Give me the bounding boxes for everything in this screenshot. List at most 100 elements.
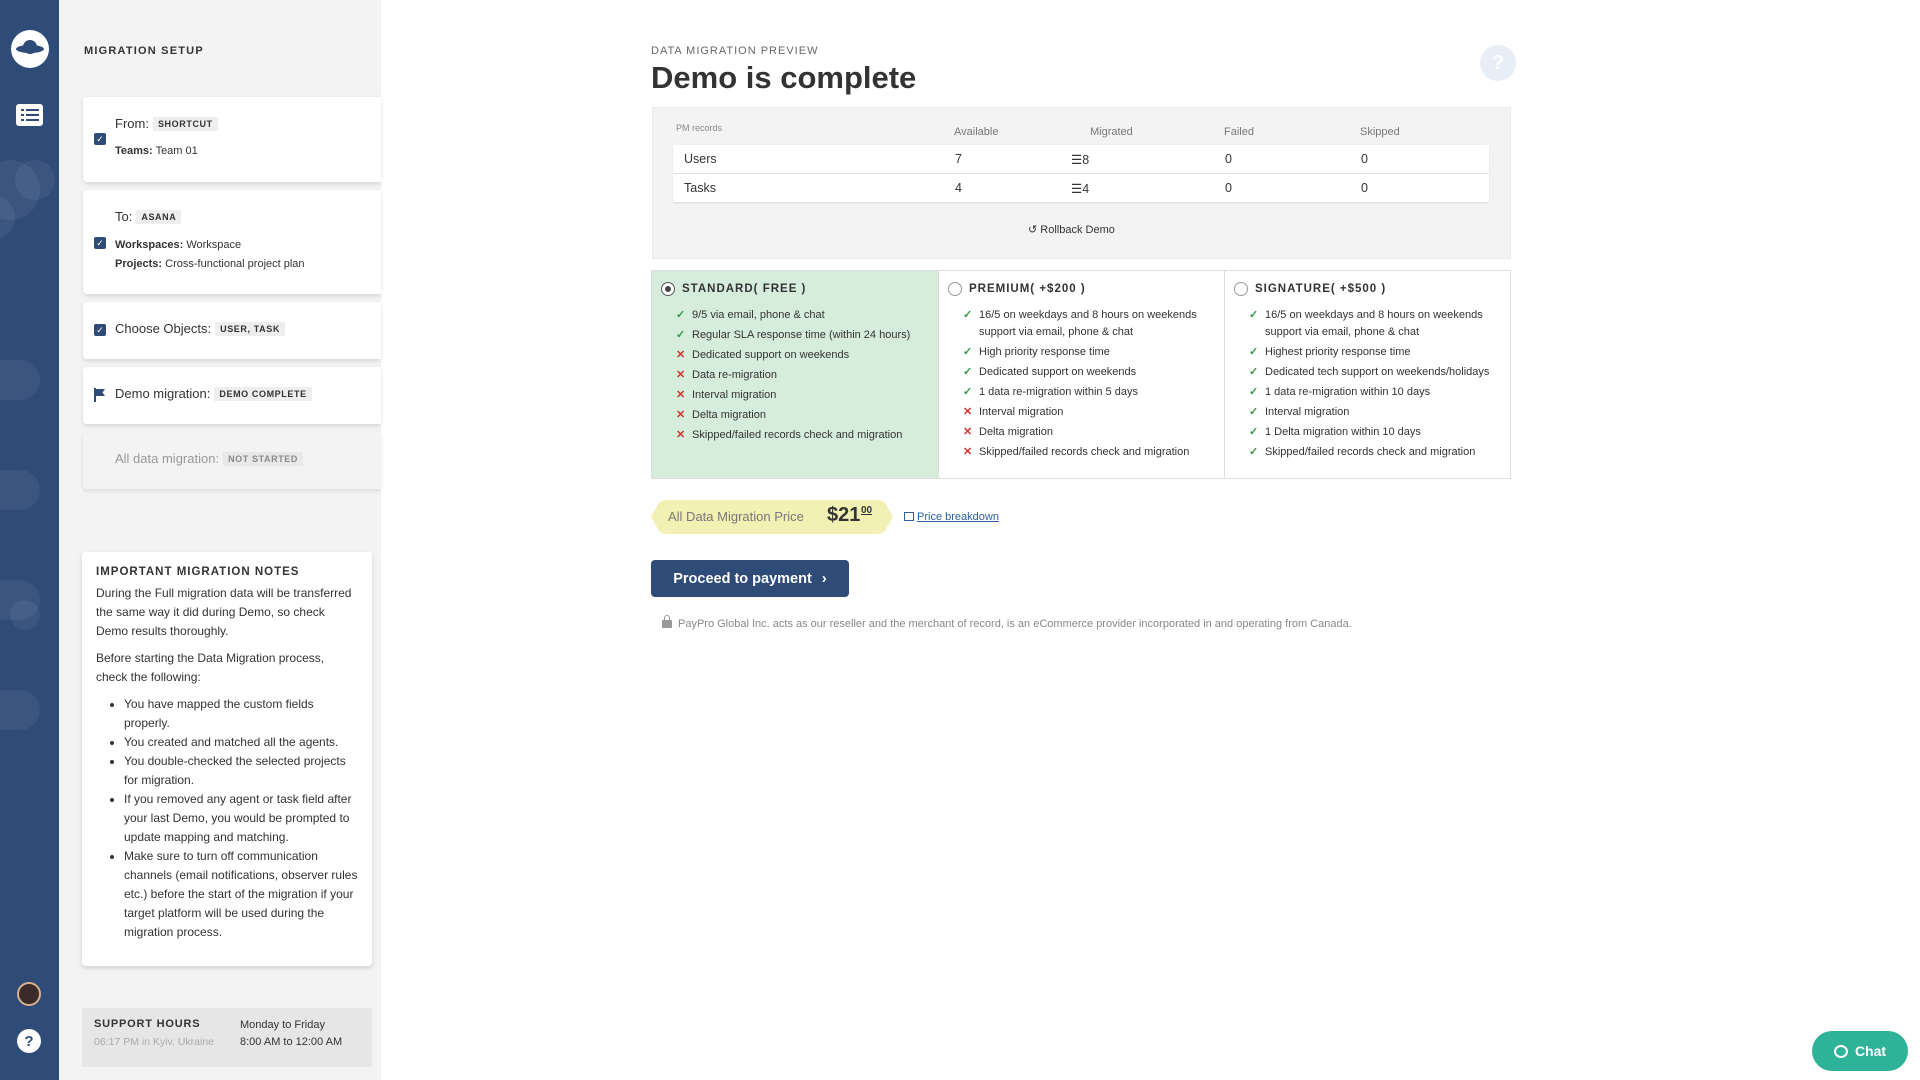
workspaces-line: Workspaces: Workspace bbox=[115, 239, 241, 251]
feature-item: ✓ Regular SLA response time (within 24 ho… bbox=[676, 327, 910, 344]
check-icon: ✓ bbox=[1249, 365, 1259, 378]
pay-button-label: Proceed to payment bbox=[673, 570, 812, 587]
support-label: SUPPORT HOURS bbox=[94, 1018, 201, 1030]
feature-text: Interval migration bbox=[979, 405, 1064, 418]
avatar[interactable] bbox=[17, 982, 41, 1006]
table-icon bbox=[904, 512, 914, 521]
row-failed: 0 bbox=[1225, 181, 1232, 195]
notes-paragraph: Before starting the Data Migration proce… bbox=[96, 651, 325, 684]
proceed-to-payment-button[interactable]: Proceed to payment › bbox=[651, 560, 849, 597]
feature-text: Skipped/failed records check and migrati… bbox=[1265, 445, 1476, 458]
cross-icon: ✕ bbox=[676, 369, 686, 381]
cross-icon: ✕ bbox=[676, 349, 686, 361]
flag-icon bbox=[94, 388, 106, 407]
check-icon: ✓ bbox=[676, 309, 686, 321]
objects-label: Choose Objects: bbox=[115, 321, 212, 336]
check-icon: ✓ bbox=[963, 345, 973, 358]
check-icon: ✓ bbox=[963, 309, 973, 321]
plan-name: SIGNATURE( +$500 ) bbox=[1255, 283, 1387, 295]
row-failed: 0 bbox=[1225, 152, 1232, 166]
teams-value: Team 01 bbox=[155, 145, 198, 157]
to-tag: ASANA bbox=[136, 210, 182, 224]
plan-selector: STANDARD( FREE ) ✓ 9/5 via email, phone &… bbox=[651, 270, 1511, 479]
row-migrated-link[interactable]: ☰4 bbox=[1071, 181, 1089, 196]
payment-disclaimer: PayPro Global Inc. acts as our reseller … bbox=[662, 615, 1352, 630]
plan-signature[interactable]: SIGNATURE( +$500 ) ✓ 16/5 on weekdays and… bbox=[1225, 271, 1510, 478]
list-item: You created and matched all the agents. bbox=[124, 733, 358, 752]
workspaces-value: Workspace bbox=[186, 239, 242, 251]
table-row: Users 7 ☰8 0 0 bbox=[673, 145, 1489, 173]
feature-item: ✕ Delta migration bbox=[676, 407, 910, 424]
cross-icon: ✕ bbox=[963, 425, 973, 438]
icon-rail: ? bbox=[0, 0, 59, 1080]
checkbox-checked-icon: ✓ bbox=[94, 237, 106, 249]
objects-tag: USER, TASK bbox=[215, 322, 285, 336]
plan-name: STANDARD( FREE ) bbox=[682, 283, 807, 295]
lock-icon bbox=[662, 615, 672, 628]
row-migrated: 4 bbox=[1082, 182, 1090, 196]
row-available: 4 bbox=[955, 181, 962, 195]
feature-text: 9/5 via email, phone & chat bbox=[692, 309, 825, 321]
radio-unselected[interactable] bbox=[948, 282, 962, 296]
step-from-title: From: SHORTCUT bbox=[115, 116, 218, 131]
cross-icon: ✕ bbox=[963, 405, 973, 418]
all-data-label: All data migration: bbox=[115, 451, 220, 466]
feature-text: Data re-migration bbox=[692, 369, 777, 381]
chat-button[interactable]: Chat bbox=[1812, 1031, 1908, 1071]
support-days: Monday to Friday bbox=[240, 1019, 325, 1031]
feature-item: ✕ Delta migration bbox=[963, 424, 1203, 441]
feature-item: ✕ Skipped/failed records check and migrat… bbox=[676, 427, 910, 444]
col-header-skipped: Skipped bbox=[1360, 126, 1400, 138]
price-label: All Data Migration Price bbox=[668, 509, 804, 524]
feature-item: ✓ 16/5 on weekdays and 8 hours on weekend… bbox=[1249, 307, 1499, 340]
app-logo-icon[interactable] bbox=[11, 30, 49, 68]
help-icon[interactable]: ? bbox=[17, 1029, 41, 1053]
workspaces-label: Workspaces: bbox=[115, 239, 184, 251]
page-title: Demo is complete bbox=[651, 60, 917, 95]
feature-item: ✕ Data re-migration bbox=[676, 367, 910, 384]
feature-text: Interval migration bbox=[692, 389, 777, 401]
plan-premium[interactable]: PREMIUM( +$200 ) ✓ 16/5 on weekdays and 8… bbox=[939, 271, 1225, 478]
radio-unselected[interactable] bbox=[1234, 282, 1248, 296]
projects-value: Cross-functional project plan bbox=[165, 258, 305, 270]
notes-paragraph: During the Full migration data will be t… bbox=[96, 586, 352, 638]
feature-text: 1 data re-migration within 10 days bbox=[1265, 385, 1431, 398]
feature-item: ✕ Interval migration bbox=[963, 404, 1203, 421]
row-skipped: 0 bbox=[1361, 181, 1368, 195]
check-icon: ✓ bbox=[1249, 445, 1259, 458]
setup-heading: MIGRATION SETUP bbox=[84, 45, 204, 57]
step-objects[interactable]: ✓ Choose Objects: USER, TASK bbox=[83, 302, 381, 359]
decor-pill bbox=[0, 470, 40, 510]
checkbox-checked-icon: ✓ bbox=[94, 133, 106, 145]
radio-selected[interactable] bbox=[661, 282, 675, 296]
checkbox-checked-icon: ✓ bbox=[94, 324, 106, 336]
step-from[interactable]: ✓ From: SHORTCUT Teams: Team 01 bbox=[83, 97, 381, 182]
from-label: From: bbox=[115, 116, 149, 131]
feature-item: ✓ Highest priority response time bbox=[1249, 344, 1499, 361]
feature-text: Delta migration bbox=[979, 425, 1053, 438]
to-label: To: bbox=[115, 209, 133, 224]
row-skipped: 0 bbox=[1361, 152, 1368, 166]
feature-item: ✓ Interval migration bbox=[1249, 404, 1499, 421]
plan-features: ✓ 16/5 on weekdays and 8 hours on weekend… bbox=[963, 307, 1203, 464]
step-to[interactable]: ✓ To: ASANA Workspaces: Workspace Project… bbox=[83, 190, 381, 294]
step-objects-title: Choose Objects: USER, TASK bbox=[115, 321, 285, 336]
feature-text: Skipped/failed records check and migrati… bbox=[692, 429, 903, 441]
page-eyebrow: DATA MIGRATION PREVIEW bbox=[651, 45, 819, 57]
rollback-demo-button[interactable]: ↺ Rollback Demo bbox=[1028, 223, 1115, 236]
decor-pill bbox=[0, 360, 40, 400]
row-name: Users bbox=[684, 152, 717, 166]
feature-item: ✓ 1 data re-migration within 5 days bbox=[963, 384, 1203, 401]
help-icon[interactable]: ? bbox=[1480, 45, 1516, 81]
projects-label: Projects: bbox=[115, 258, 163, 270]
cross-icon: ✕ bbox=[676, 389, 686, 401]
price-breakdown-link[interactable]: Price breakdown bbox=[904, 511, 999, 523]
plan-standard[interactable]: STANDARD( FREE ) ✓ 9/5 via email, phone &… bbox=[652, 271, 939, 478]
row-migrated-link[interactable]: ☰8 bbox=[1071, 152, 1089, 167]
support-hours: SUPPORT HOURS 06:17 PM in Kyiv, Ukraine … bbox=[82, 1008, 372, 1067]
list-icon[interactable] bbox=[16, 104, 43, 126]
plan-features: ✓ 9/5 via email, phone & chat ✓ Regular SL… bbox=[676, 307, 910, 447]
feature-text: High priority response time bbox=[979, 345, 1110, 358]
feature-text: 16/5 on weekdays and 8 hours on weekends… bbox=[1265, 309, 1483, 338]
step-demo[interactable]: Demo migration: DEMO COMPLETE bbox=[83, 367, 381, 424]
